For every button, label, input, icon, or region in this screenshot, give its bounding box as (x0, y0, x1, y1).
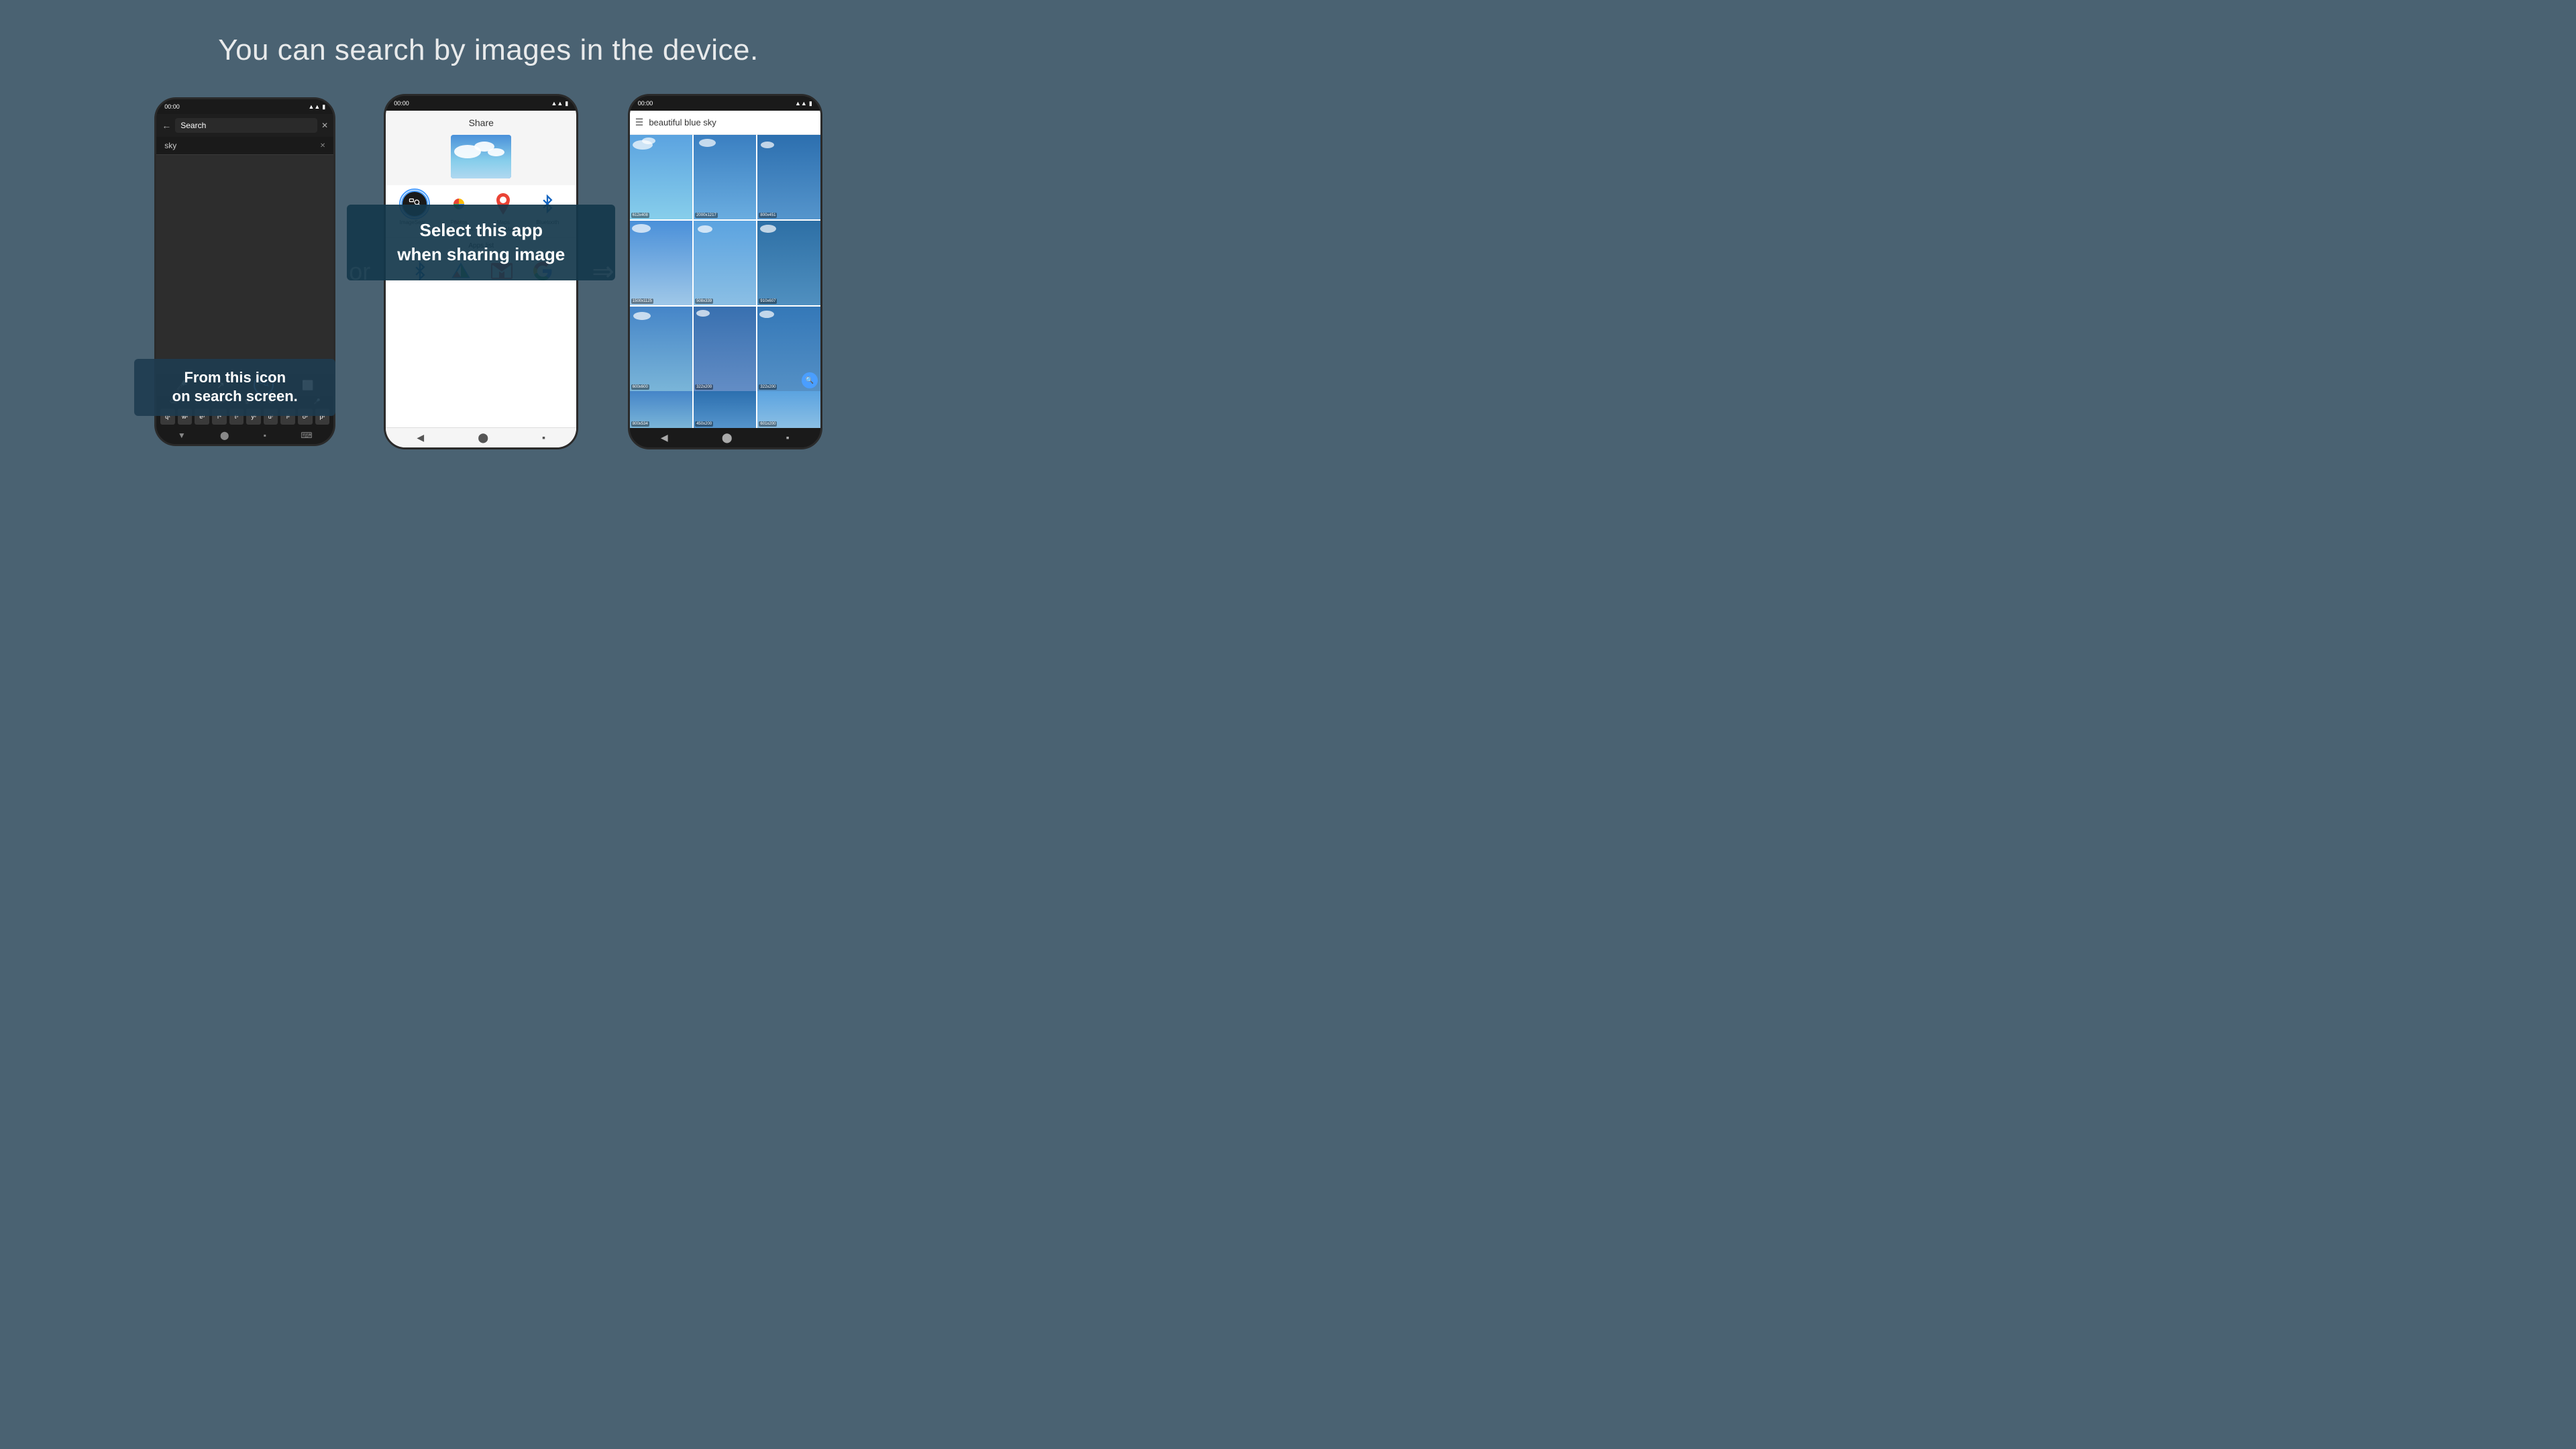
phone2-time: 00:00 (394, 100, 409, 107)
grid-cell-9[interactable]: 322x200 🔍 (757, 307, 820, 391)
phone1-nav: ▼ ⬤ ▪ ⌨ (156, 427, 333, 444)
search-input[interactable]: Search (175, 118, 317, 133)
phone3-status-icons: ▲▲ ▮ (795, 100, 812, 107)
search-query-row: sky ✕ (156, 137, 333, 155)
grid-label-9: 322x200 (759, 384, 777, 390)
back-button[interactable]: ← (162, 120, 171, 131)
grid-label-4: 1500x1125 (631, 299, 653, 304)
grid-label-1: 612x408 (631, 213, 649, 218)
cloud (760, 225, 776, 233)
phone1-recent-nav[interactable]: ▪ (264, 431, 266, 440)
grid-cell-10[interactable]: 800x534 (630, 391, 692, 428)
results-query: beautiful blue sky (649, 117, 716, 127)
cloud (633, 312, 651, 320)
cloud (759, 311, 774, 318)
cloud (761, 142, 774, 148)
grid-label-12: 601x200 (759, 421, 777, 427)
grid-cell-1[interactable]: 612x408 (630, 135, 692, 219)
share-image-box (451, 135, 511, 178)
grid-label-8: 322x200 (695, 384, 713, 390)
phone3-recent-nav[interactable]: ▪ (786, 432, 790, 443)
phone3-nav: ◀ ⬤ ▪ (630, 428, 820, 447)
image-grid-row4: 800x534 450x200 601x200 (630, 391, 820, 428)
hamburger-icon[interactable]: ☰ (635, 117, 644, 128)
share-image-preview (386, 135, 576, 185)
share-spacer (386, 288, 576, 427)
phone1-back-nav[interactable]: ▼ (178, 431, 186, 440)
phone3-status-bar: 00:00 ▲▲ ▮ (630, 96, 820, 111)
grid-label-7: 600x600 (631, 384, 649, 390)
grid-cell-5[interactable]: 508x339 (694, 221, 756, 305)
grid-label-6: 910x607 (759, 299, 777, 304)
wifi-icon: ▲▲ (308, 103, 320, 110)
grid-cell-3[interactable]: 800x451 (757, 135, 820, 219)
results-toolbar: ☰ beautiful blue sky (630, 111, 820, 135)
image-grid: 612x408 2000x1217 800x451 1500x1125 508x… (630, 135, 820, 391)
phone2-home-nav[interactable]: ⬤ (478, 432, 488, 443)
cloud (699, 139, 716, 147)
phone1-status-bar: 00:00 ▲▲ ▮ (156, 99, 333, 114)
page-title: You can search by images in the device. (218, 34, 758, 67)
phone1-label: From this icon on search screen. (134, 359, 335, 416)
cloud3 (488, 148, 504, 156)
grid-label-3: 800x451 (759, 213, 777, 218)
phone3-battery: ▮ (809, 100, 812, 107)
grid-cell-4[interactable]: 1500x1125 (630, 221, 692, 305)
phone2-status-bar: 00:00 ▲▲ ▮ (386, 96, 576, 111)
phone2-battery: ▮ (565, 100, 568, 107)
grid-cell-7[interactable]: 600x600 (630, 307, 692, 391)
phone2-recent-nav[interactable]: ▪ (542, 432, 545, 443)
search-close-button[interactable]: ✕ (321, 121, 328, 130)
cloud (698, 225, 712, 233)
phone3: 00:00 ▲▲ ▮ ☰ beautiful blue sky 612x408 (628, 94, 822, 449)
phone1-status-icons: ▲▲ ▮ (308, 103, 325, 111)
battery-icon: ▮ (322, 103, 325, 111)
phone1-home-nav[interactable]: ⬤ (220, 431, 229, 440)
grid-label-11: 450x200 (695, 421, 713, 427)
phone3-content: ☰ beautiful blue sky 612x408 2000x1217 8… (630, 111, 820, 428)
cloud (696, 310, 710, 317)
phone2-back-nav[interactable]: ◀ (417, 432, 424, 443)
share-header: Share (386, 111, 576, 135)
phone3-back-nav[interactable]: ◀ (661, 432, 668, 443)
grid-cell-12[interactable]: 601x200 (757, 391, 820, 428)
grid-cell-8[interactable]: 322x200 (694, 307, 756, 391)
phone3-time: 00:00 (638, 100, 653, 107)
phone1-time: 00:00 (164, 103, 180, 110)
cloud (642, 138, 655, 144)
phone2-status-icons: ▲▲ ▮ (551, 100, 568, 107)
phone1-wrapper: 00:00 ▲▲ ▮ ← Search ✕ sky ✕ 🎤 (154, 97, 335, 446)
search-query-clear[interactable]: ✕ (320, 142, 325, 150)
phone2-label: Select this app when sharing image (347, 205, 615, 280)
phone3-home-nav[interactable]: ⬤ (722, 432, 733, 443)
phone2-wifi: ▲▲ (551, 100, 563, 107)
grid-cell-6[interactable]: 910x607 (757, 221, 820, 305)
phones-row: 00:00 ▲▲ ▮ ← Search ✕ sky ✕ 🎤 (0, 94, 977, 449)
phone2-wrapper: 00:00 ▲▲ ▮ Share (384, 94, 578, 449)
sky-preview-image (451, 135, 511, 178)
phone3-wifi: ▲▲ (795, 100, 807, 107)
phone1-search-bar[interactable]: ← Search ✕ (156, 114, 333, 137)
search-content-area (156, 155, 333, 374)
phone1-keyboard-nav[interactable]: ⌨ (301, 431, 312, 440)
grid-cell-2[interactable]: 2000x1217 (694, 135, 756, 219)
grid-label-10: 800x534 (631, 421, 649, 427)
grid-label-5: 508x339 (695, 299, 713, 304)
grid-cell-11[interactable]: 450x200 (694, 391, 756, 428)
phone2-nav: ◀ ⬤ ▪ (386, 427, 576, 447)
search-fab[interactable]: 🔍 (802, 372, 818, 388)
cloud (632, 224, 651, 233)
grid-label-2: 2000x1217 (695, 213, 718, 218)
search-query-text: sky (164, 141, 176, 150)
